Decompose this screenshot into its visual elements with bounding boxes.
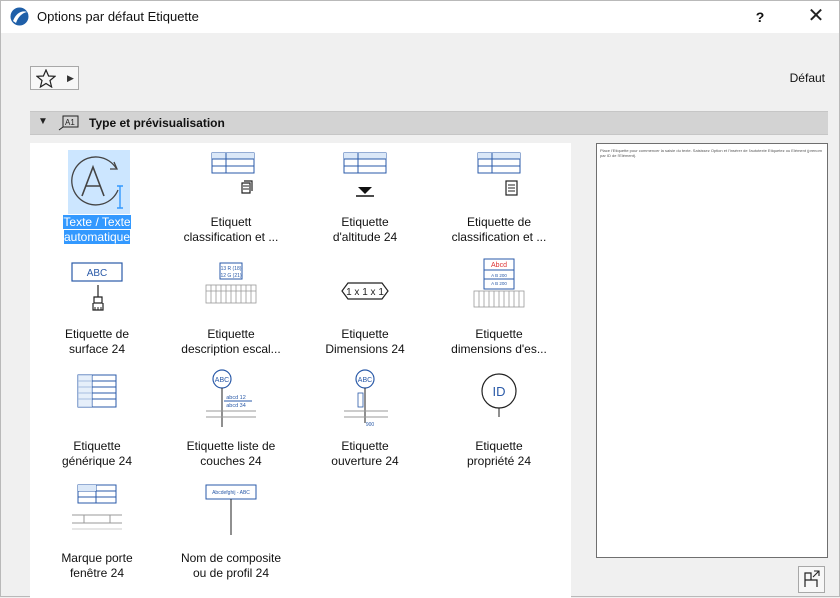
item-label: Etiquette de surface 24 [64,327,130,356]
preview-toggle-button[interactable] [798,566,825,593]
item-label: Marque porte fenêtre 24 [61,551,133,580]
svg-text:ABC: ABC [215,377,229,384]
generic-table-icon [77,374,117,408]
svg-text:12 G (21): 12 G (21) [220,273,241,279]
dialog-window: Options par défaut Etiquette ? ✕ ▶ Défau… [0,0,840,598]
svg-text:A B 200: A B 200 [491,273,507,278]
property-id-icon: ID [481,373,517,417]
label-item-elevation[interactable]: Etiquette d'altitude 24 [300,143,430,255]
close-button[interactable]: ✕ [802,5,830,29]
svg-text:13 R (18): 13 R (18) [221,266,242,272]
label-item-composite[interactable]: Abcdefghij - ABC Nom de composite ou de … [166,479,296,591]
svg-text:900: 900 [366,422,375,428]
label-item-door-window[interactable]: Marque porte fenêtre 24 [32,479,162,591]
label-item-property[interactable]: ID Etiquette propriété 24 [434,367,564,479]
svg-text:Abcdefghij - ABC: Abcdefghij - ABC [212,490,250,496]
svg-text:ABC: ABC [358,377,372,384]
dimensions-hexagon-icon: 1 x 1 x 1 [341,282,389,300]
stair-dimensions-icon: Abcd A B 200 A B 200 [473,258,525,308]
label-item-stair-dimensions[interactable]: Abcd A B 200 A B 200 Etiquette dimension… [434,255,564,367]
favorites-button[interactable]: ▶ [30,66,79,90]
svg-text:ABC: ABC [87,268,108,279]
svg-text:Abcd: Abcd [491,262,507,269]
default-label: Défaut [789,71,825,85]
item-label: Etiquette générique 24 [61,439,133,468]
title-bar: Options par défaut Etiquette ? ✕ [1,1,839,33]
item-label: Etiquette dimensions d'es... [451,327,547,356]
preview-text: Place l'Etiquette pour commencer la sais… [600,148,822,158]
composite-profile-icon: Abcdefghij - ABC [205,484,257,535]
item-label: Etiquette liste de couches 24 [186,439,276,468]
svg-text:ID: ID [493,384,506,399]
collapse-triangle-icon[interactable]: ▼ [38,116,48,127]
classification-table-icon [211,152,255,194]
app-logo-icon [10,7,29,26]
label-type-grid: Texte / Texte automatique Etiquett class… [30,143,571,598]
svg-text:abcd 34: abcd 34 [226,403,246,409]
label-item-classification-2[interactable]: Etiquette de classification et ... [434,143,564,255]
label-item-dimensions[interactable]: 1 x 1 x 1 Etiquette Dimensions 24 [300,255,430,367]
classification-doc-icon [477,152,521,196]
item-label: Etiquette de classification et ... [451,215,547,244]
item-label: Etiquette propriété 24 [466,439,532,468]
dropdown-arrow-icon: ▶ [67,73,74,83]
text-autotext-icon [71,156,123,209]
svg-text:A B 200: A B 200 [491,281,507,286]
preview-chair-icon [804,570,820,587]
item-label: Texte / Texte automatique [63,215,131,244]
svg-text:A1: A1 [65,118,75,127]
item-label: Etiquette ouverture 24 [331,439,399,468]
surface-brush-icon: ABC [71,262,123,311]
window-title: Options par défaut Etiquette [37,9,199,24]
item-label: Nom de composite ou de profil 24 [180,551,282,580]
label-item-surface[interactable]: ABC Etiquette de surface 24 [32,255,162,367]
door-window-icon [72,484,122,530]
svg-text:1 x 1 x 1: 1 x 1 x 1 [346,287,384,298]
label-item-text[interactable]: Texte / Texte automatique [32,143,162,255]
section-title: Type et prévisualisation [89,116,225,130]
help-button[interactable]: ? [749,5,771,29]
svg-text:abcd 12: abcd 12 [226,395,246,401]
star-icon [36,69,56,88]
label-item-stair-description[interactable]: 13 R (18) 12 G (21) Etiquette descriptio… [166,255,296,367]
layer-list-icon: ABC abcd 12 abcd 34 [206,369,256,427]
preview-panel: Place l'Etiquette pour commencer la sais… [596,143,828,558]
item-label: Etiquette description escal... [181,327,281,356]
label-type-icon: A1 [58,115,79,131]
label-item-generic[interactable]: Etiquette générique 24 [32,367,162,479]
section-header[interactable]: ▼ A1 Type et prévisualisation [30,111,828,135]
item-label: Etiquett classification et ... [183,215,279,244]
stair-description-icon: 13 R (18) 12 G (21) [205,262,257,304]
label-item-opening[interactable]: ABC 900 Etiquette ouverture 24 [300,367,430,479]
item-label: Etiquette d'altitude 24 [332,215,398,244]
elevation-marker-icon [343,152,387,197]
item-label: Etiquette Dimensions 24 [325,327,405,356]
opening-marker-icon: ABC 900 [344,369,388,428]
label-item-classification-1[interactable]: Etiquett classification et ... [166,143,296,255]
label-item-layer-list[interactable]: ABC abcd 12 abcd 34 Etiquette liste de c… [166,367,296,479]
